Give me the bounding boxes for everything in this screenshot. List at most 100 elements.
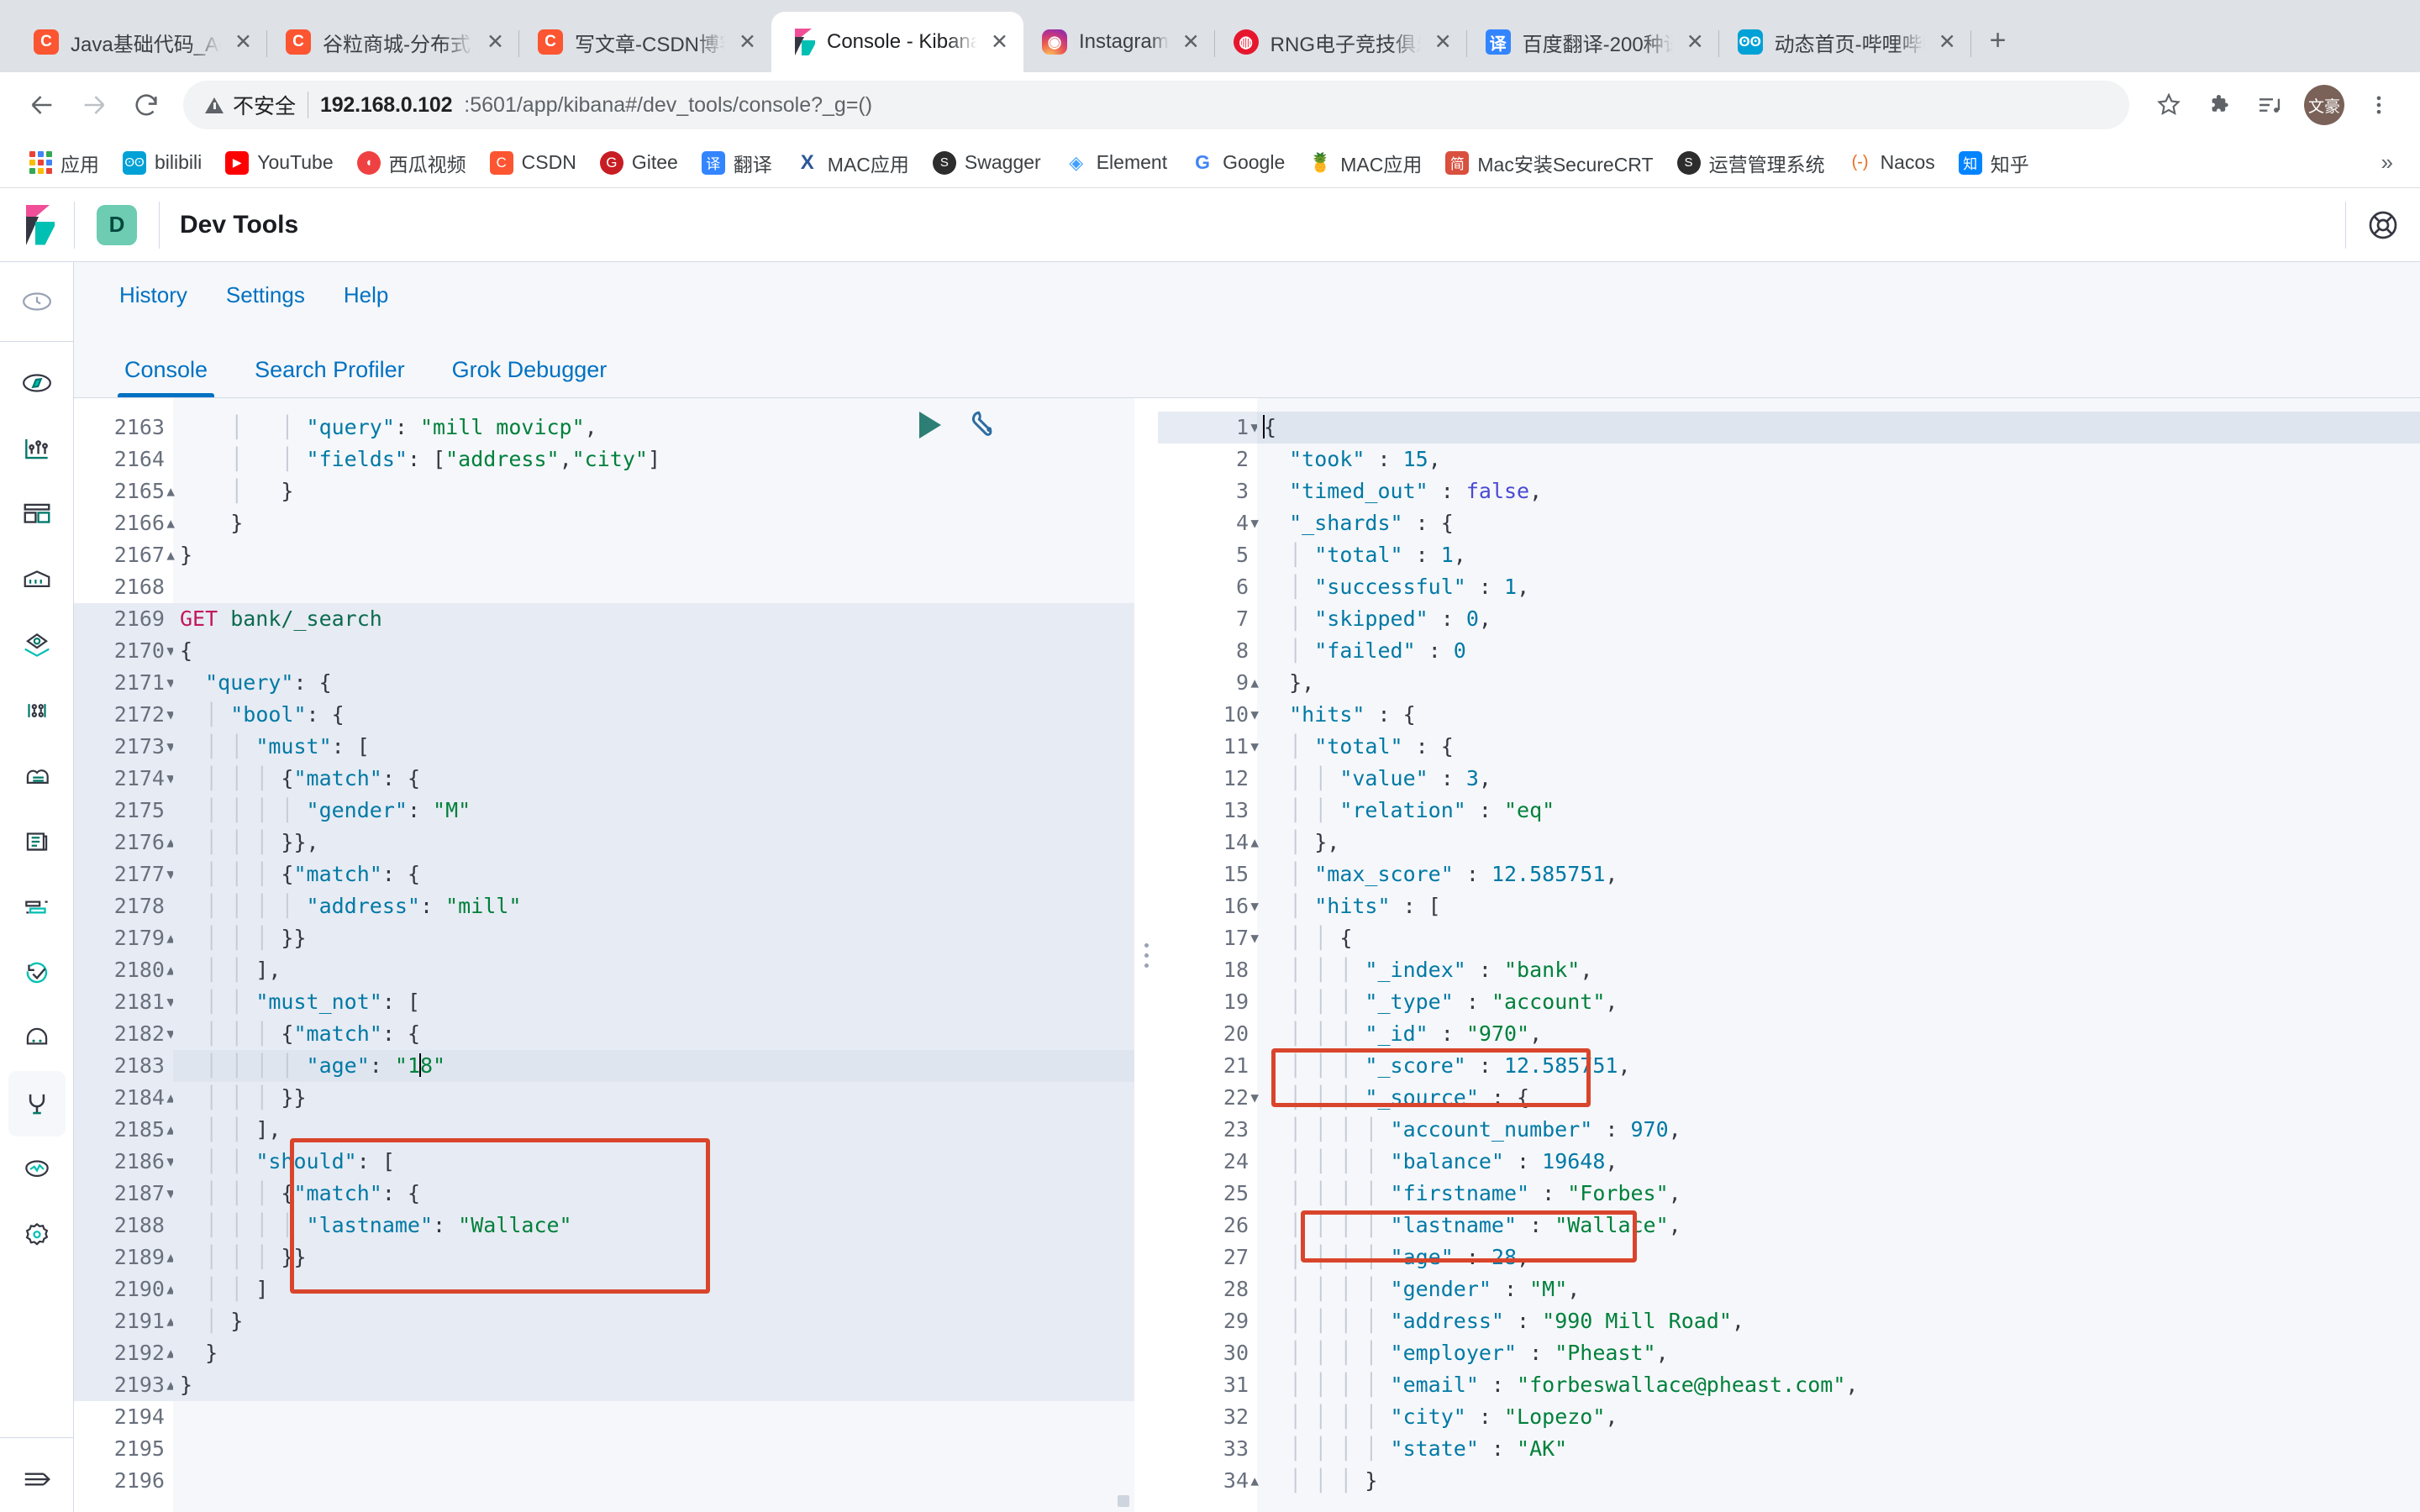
- code-line[interactable]: │ │ │ │ "employer" : "Pheast",: [1257, 1337, 2420, 1369]
- bookmark-bilibili[interactable]: ʘʘ bilibili: [113, 146, 212, 180]
- code-line[interactable]: │ }: [173, 1305, 1134, 1337]
- code-line[interactable]: {: [173, 635, 1134, 667]
- code-line[interactable]: │ │ │ }: [1257, 1465, 2420, 1497]
- code-line[interactable]: │ "successful" : 1,: [1257, 571, 2420, 603]
- bookmark-google[interactable]: G Google: [1181, 146, 1295, 180]
- browser-tab[interactable]: ◍ RNG电子竞技俱乐部 ✕: [1215, 12, 1467, 72]
- code-line[interactable]: │ │ │ │ "gender" : "M",: [1257, 1273, 2420, 1305]
- sidebar-item-uptime[interactable]: [8, 940, 66, 1005]
- response-editor[interactable]: 1 ▼ 2 3 4 ▼ 5 6 7 8 9 ▲ 10 ▼ 11 ▼ 12 13 14 ▲ 15 16 ▼ 17 ▼ 18 19 20 2…: [1158, 398, 2420, 1512]
- code-line[interactable]: │ │ │ │ "address" : "990 Mill Road",: [1257, 1305, 2420, 1337]
- chrome-menu-icon[interactable]: [2356, 82, 2402, 128]
- sidebar-item-logs[interactable]: [8, 809, 66, 874]
- forward-icon[interactable]: [71, 81, 118, 129]
- code-line[interactable]: │ │ │ │ "state" : "AK": [1257, 1433, 2420, 1465]
- code-line[interactable]: │ │ "relation" : "eq": [1257, 795, 2420, 827]
- back-icon[interactable]: [18, 81, 66, 129]
- code-line[interactable]: │ }: [173, 475, 1134, 507]
- close-icon[interactable]: ✕: [1434, 31, 1452, 53]
- code-line[interactable]: │ │ "must_not": [: [173, 986, 1134, 1018]
- code-line[interactable]: │ │ │ }}: [173, 922, 1134, 954]
- tab-search-profiler[interactable]: Search Profiler: [255, 357, 405, 397]
- subnav-help[interactable]: Help: [344, 282, 388, 308]
- code-line[interactable]: [173, 571, 1134, 603]
- code-line[interactable]: │ │ │ │ "lastname": "Wallace": [173, 1210, 1134, 1242]
- code-line[interactable]: }: [173, 539, 1134, 571]
- code-line[interactable]: },: [1257, 667, 2420, 699]
- space-badge[interactable]: D: [97, 204, 137, 245]
- scroll-corner[interactable]: [1118, 1495, 1129, 1507]
- code-line[interactable]: │ │ │ }},: [173, 827, 1134, 858]
- code-line[interactable]: │ "total" : {: [1257, 731, 2420, 763]
- sidebar-item-monitoring[interactable]: [8, 1137, 66, 1202]
- browser-tab[interactable]: C 谷粒商城-分布式高 ✕: [267, 12, 519, 72]
- extensions-icon[interactable]: [2196, 82, 2242, 128]
- play-icon[interactable]: [919, 411, 941, 438]
- code-line[interactable]: │ │ {: [1257, 922, 2420, 954]
- code-line[interactable]: │ │ ]: [173, 1273, 1134, 1305]
- code-line[interactable]: GET bank/_search: [173, 603, 1134, 635]
- code-line[interactable]: │ "bool": {: [173, 699, 1134, 731]
- code-line[interactable]: │ "failed" : 0: [1257, 635, 2420, 667]
- sidebar-item-machine-learning[interactable]: [8, 678, 66, 743]
- sidebar-item-apm[interactable]: [8, 874, 66, 940]
- browser-tab[interactable]: ◉ Instagram ✕: [1023, 12, 1215, 72]
- bookmark-xigua[interactable]: ◖ 西瓜视频: [347, 144, 476, 182]
- request-editor[interactable]: 2163 2164 2165 ▲ 2166 ▲ 2167 ▲ 2168 2169 2170 ▼ 2171…: [74, 398, 1134, 1512]
- code-line[interactable]: "_shards" : {: [1257, 507, 2420, 539]
- bookmark-gitee[interactable]: G Gitee: [590, 146, 688, 180]
- code-line[interactable]: │ │ │ {"match": {: [173, 858, 1134, 890]
- bookmark-element[interactable]: ◈ Element: [1055, 146, 1177, 180]
- bookmark-fanyi[interactable]: 译 翻译: [692, 144, 782, 182]
- avatar[interactable]: 文豪: [2304, 85, 2344, 125]
- reload-icon[interactable]: [123, 81, 170, 129]
- sidebar-item-dashboard[interactable]: [8, 481, 66, 547]
- close-icon[interactable]: ✕: [1182, 31, 1200, 53]
- code-line[interactable]: "timed_out" : false,: [1257, 475, 2420, 507]
- new-tab-button[interactable]: +: [1971, 24, 2025, 72]
- sidebar-item-siem[interactable]: [8, 1005, 66, 1071]
- code-line[interactable]: │ "hits" : [: [1257, 890, 2420, 922]
- browser-tab[interactable]: 译 百度翻译-200种语 ✕: [1467, 12, 1719, 72]
- code-line[interactable]: │ "total" : 1,: [1257, 539, 2420, 571]
- tab-console[interactable]: Console: [117, 357, 215, 397]
- code-line[interactable]: │ │ │ "_source" : {: [1257, 1082, 2420, 1114]
- media-list-icon[interactable]: [2247, 82, 2292, 128]
- code-line[interactable]: │ │ "must": [: [173, 731, 1134, 763]
- code-line[interactable]: │ │ │ │ "address": "mill": [173, 890, 1134, 922]
- address-bar[interactable]: 不安全 192.168.0.102:5601/app/kibana#/dev_t…: [183, 81, 2129, 129]
- bookmark-apps[interactable]: 应用: [18, 144, 109, 182]
- code-line[interactable]: │ │ │ "_index" : "bank",: [1257, 954, 2420, 986]
- close-icon[interactable]: ✕: [487, 31, 504, 53]
- code-line[interactable]: │ │ │ "_type" : "account",: [1257, 986, 2420, 1018]
- code-line[interactable]: }: [173, 1369, 1134, 1401]
- code-line[interactable]: │ },: [1257, 827, 2420, 858]
- code-line[interactable]: │ │ │ │ "email" : "forbeswallace@pheast.…: [1257, 1369, 2420, 1401]
- bookmark-zhihu[interactable]: 知 知乎: [1949, 144, 2039, 182]
- code-line[interactable]: │ │ │ }}: [173, 1242, 1134, 1273]
- code-line[interactable]: │ │ │ "_score" : 12.585751,: [1257, 1050, 2420, 1082]
- sidebar-item-recently-viewed[interactable]: [8, 269, 66, 334]
- code-line[interactable]: │ "skipped" : 0,: [1257, 603, 2420, 635]
- bookmark-mac-app[interactable]: X MAC应用: [786, 144, 919, 182]
- code-line[interactable]: }: [173, 1337, 1134, 1369]
- code-line[interactable]: │ "max_score" : 12.585751,: [1257, 858, 2420, 890]
- bookmark-swagger[interactable]: S Swagger: [923, 146, 1051, 180]
- bookmark-star-icon[interactable]: [2146, 82, 2191, 128]
- not-secure-indicator[interactable]: 不安全: [205, 90, 296, 120]
- code-line[interactable]: {: [1257, 412, 2420, 444]
- browser-tab[interactable]: C Java基础代码_Aco ✕: [15, 12, 267, 72]
- bookmark-mac-app-2[interactable]: 🍍 MAC应用: [1298, 144, 1432, 182]
- tab-grok-debugger[interactable]: Grok Debugger: [452, 357, 608, 397]
- code-line[interactable]: │ │ │ │ "balance" : 19648,: [1257, 1146, 2420, 1178]
- subnav-settings[interactable]: Settings: [226, 282, 305, 308]
- sidebar-item-infrastructure[interactable]: [8, 743, 66, 809]
- sidebar-item-discover[interactable]: [8, 350, 66, 416]
- bookmark-operations[interactable]: S 运营管理系统: [1667, 144, 1835, 182]
- code-line[interactable]: │ │ │ {"match": {: [173, 1018, 1134, 1050]
- code-line[interactable]: │ │ │ {"match": {: [173, 763, 1134, 795]
- code-line[interactable]: │ │ "should": [: [173, 1146, 1134, 1178]
- code-line[interactable]: │ │ │ "_id" : "970",: [1257, 1018, 2420, 1050]
- response-code[interactable]: { "took" : 15, "timed_out" : false, "_sh…: [1257, 398, 2420, 1512]
- code-line[interactable]: │ │ │ }}: [173, 1082, 1134, 1114]
